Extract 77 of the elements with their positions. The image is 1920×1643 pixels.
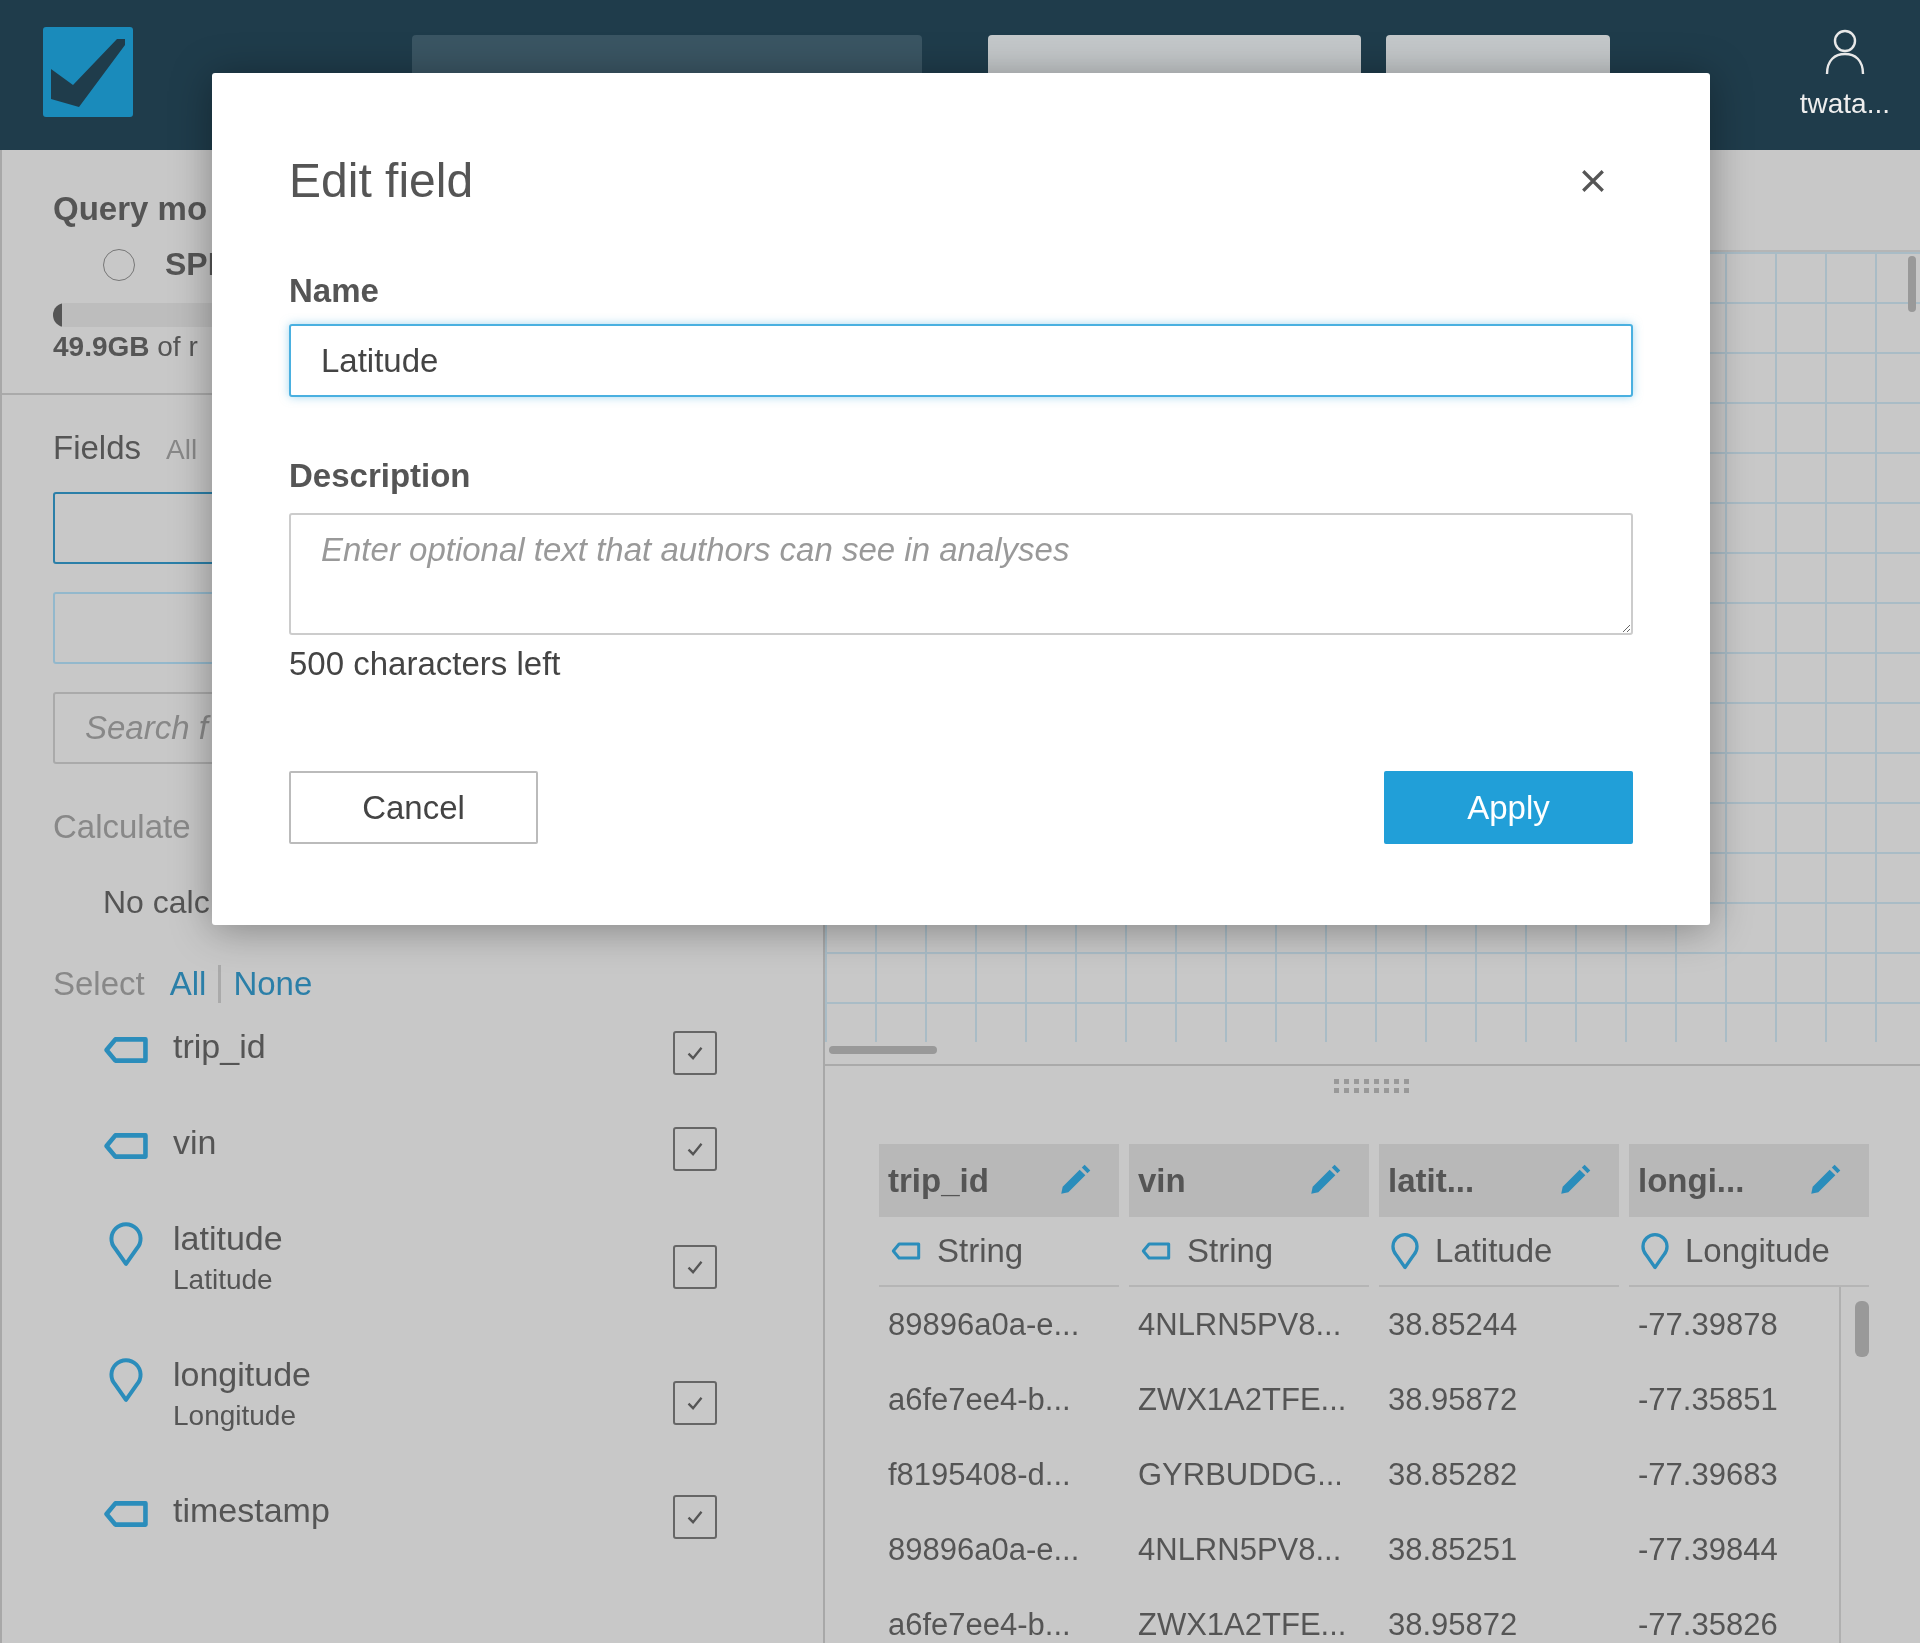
column-type: String <box>937 1232 1024 1270</box>
characters-left-text: 500 characters left <box>289 645 562 683</box>
description-label: Description <box>289 457 472 495</box>
select-label: Select <box>53 965 145 1003</box>
column-header[interactable]: longi... <box>1629 1144 1869 1217</box>
scrollbar-thumb[interactable] <box>1855 1301 1869 1357</box>
column-name: trip_id <box>888 1161 989 1200</box>
field-name: latitude <box>173 1219 284 1258</box>
map-pin-icon <box>1641 1232 1669 1270</box>
checkbox[interactable] <box>673 1245 717 1289</box>
checkbox[interactable] <box>673 1495 717 1539</box>
column-name: vin <box>1138 1161 1186 1200</box>
tag-icon <box>891 1241 921 1261</box>
table-cell: 38.85251 <box>1388 1531 1518 1568</box>
column-name: latit... <box>1388 1161 1475 1200</box>
user-name[interactable]: twata... <box>1799 88 1890 120</box>
table-cell: 38.85244 <box>1388 1306 1518 1343</box>
table-cell: a6fe7ee4-b... <box>888 1606 1071 1643</box>
drag-handle-icon[interactable] <box>1333 1079 1412 1093</box>
table-cell: GYRBUDDG... <box>1138 1456 1343 1493</box>
dialog-title: Edit field <box>289 153 474 208</box>
column-type: Latitude <box>1435 1232 1553 1270</box>
checkbox[interactable] <box>673 1031 717 1075</box>
map-pin-icon <box>1391 1232 1419 1270</box>
column-header[interactable]: latit... <box>1379 1144 1619 1217</box>
calculated-fields-title: Calculate <box>53 808 191 846</box>
column-name: longi... <box>1638 1161 1745 1200</box>
tag-icon <box>103 1131 149 1161</box>
description-field[interactable]: Enter optional text that authors can see in analyses <box>289 513 1633 635</box>
table-cell: -77.39878 <box>1638 1306 1778 1343</box>
checkbox[interactable] <box>673 1381 717 1425</box>
column-type: Longitude <box>1685 1232 1830 1270</box>
table-cell: 38.85282 <box>1388 1456 1518 1493</box>
table-cell: 89896a0a-e... <box>888 1306 1080 1343</box>
table-cell: 4NLRN5PV8... <box>1138 1306 1342 1343</box>
table-cell: -77.39844 <box>1638 1531 1778 1568</box>
name-field[interactable]: Latitude <box>289 324 1633 397</box>
cancel-button[interactable]: Cancel <box>289 771 538 844</box>
table-cell: 89896a0a-e... <box>888 1531 1080 1568</box>
table-cell: 38.95872 <box>1388 1606 1518 1643</box>
tag-icon <box>103 1499 149 1529</box>
table-cell: -77.35826 <box>1638 1606 1778 1643</box>
table-cell: a6fe7ee4-b... <box>888 1381 1071 1418</box>
table-cell: 4NLRN5PV8... <box>1138 1531 1342 1568</box>
field-name: longitude <box>173 1355 312 1394</box>
tag-icon <box>103 1035 149 1065</box>
table-cell: ZWX1A2TFE... <box>1138 1606 1347 1643</box>
table-cell: ZWX1A2TFE... <box>1138 1381 1347 1418</box>
field-name: vin <box>173 1123 218 1162</box>
tag-icon <box>1141 1241 1171 1261</box>
table-cell: -77.39683 <box>1638 1456 1778 1493</box>
scrollbar-thumb[interactable] <box>1908 256 1916 312</box>
column-type: String <box>1187 1232 1274 1270</box>
select-all-link[interactable]: All <box>169 965 207 1003</box>
apply-button[interactable]: Apply <box>1384 771 1633 844</box>
field-type: Latitude <box>173 1264 274 1296</box>
app-logo-icon <box>43 27 133 117</box>
empty-message: No calc <box>103 884 210 921</box>
name-label: Name <box>289 272 380 310</box>
select-none-link[interactable]: None <box>233 965 313 1003</box>
checkbox[interactable] <box>673 1127 717 1171</box>
field-name: trip_id <box>173 1027 267 1066</box>
fields-title: Fields <box>53 429 142 467</box>
scrollbar-thumb[interactable] <box>829 1046 937 1054</box>
table-cell: 38.95872 <box>1388 1381 1518 1418</box>
column-header[interactable]: trip_id <box>879 1144 1119 1217</box>
column-header[interactable]: vin <box>1129 1144 1369 1217</box>
fields-filter[interactable]: All <box>166 434 198 466</box>
field-name: timestamp <box>173 1491 331 1530</box>
table-cell: f8195408-d... <box>888 1456 1071 1493</box>
close-icon[interactable] <box>1580 167 1606 194</box>
table-cell: -77.35851 <box>1638 1381 1778 1418</box>
map-pin-icon <box>107 1221 145 1267</box>
capacity-text: 49.9GB of r <box>53 331 198 363</box>
map-pin-icon <box>107 1357 145 1403</box>
query-mode-label: Query mo <box>53 190 208 228</box>
field-type: Longitude <box>173 1400 297 1432</box>
